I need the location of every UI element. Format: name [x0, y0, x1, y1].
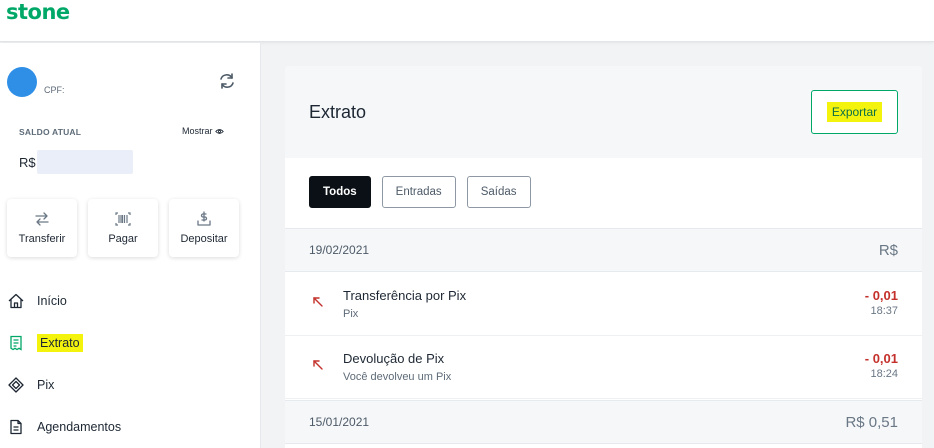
cpf-label: CPF:: [44, 85, 65, 95]
barcode-icon: [115, 212, 131, 226]
deposit-label: Depositar: [180, 233, 228, 245]
transaction-title: Devolução de Pix: [343, 351, 445, 366]
avatar[interactable]: [7, 67, 37, 97]
sidebar: CPF: SALDO ATUAL Mostrar R$ Transferir P…: [0, 43, 261, 448]
statement-card: Extrato Exportar Todos Entradas Saídas 1…: [285, 66, 922, 448]
eye-icon: [214, 128, 224, 134]
group-date: 19/02/2021: [309, 243, 370, 257]
transaction-row[interactable]: Transferência por Pix Pix - 0,01 18:37: [285, 273, 922, 336]
document-icon: [10, 419, 22, 435]
transfer-label: Transferir: [18, 233, 66, 245]
transaction-title: Transferência por Pix: [343, 288, 467, 303]
sidebar-item-inicio[interactable]: Início: [0, 280, 260, 322]
pix-icon: [8, 377, 24, 393]
filter-entradas[interactable]: Entradas: [381, 176, 456, 208]
transaction-amount: - 0,01: [864, 351, 898, 366]
balance-value-hidden: [37, 150, 133, 174]
deposit-icon: [197, 211, 211, 226]
sidebar-item-label: Extrato: [37, 334, 83, 352]
group-total: R$: [878, 241, 898, 259]
group-total: R$ 0,51: [845, 413, 898, 431]
outgoing-arrow-icon: [313, 297, 323, 307]
sidebar-item-label: Agendamentos: [37, 420, 122, 434]
show-balance-toggle[interactable]: Mostrar: [182, 126, 224, 136]
stone-logo[interactable]: stone: [6, 0, 70, 24]
transfer-button[interactable]: Transferir: [7, 199, 77, 257]
pay-label: Pagar: [108, 233, 138, 245]
transaction-time: 18:24: [870, 368, 898, 380]
home-icon: [8, 293, 24, 309]
balance-currency: R$: [19, 155, 36, 170]
sidebar-nav: Início Extrato Pix Agendamentos: [0, 280, 260, 448]
sidebar-item-agendamentos[interactable]: Agendamentos: [0, 406, 260, 448]
pay-button[interactable]: Pagar: [88, 199, 158, 257]
top-bar: stone: [0, 0, 934, 42]
group-date: 15/01/2021: [309, 415, 370, 429]
transaction-subtitle: Pix: [343, 308, 359, 320]
export-button[interactable]: Exportar: [811, 90, 898, 134]
sidebar-item-extrato[interactable]: Extrato: [0, 322, 260, 364]
filter-tabs: Todos Entradas Saídas: [309, 176, 531, 208]
page-title: Extrato: [309, 102, 367, 122]
deposit-button[interactable]: Depositar: [169, 199, 239, 257]
date-group-header: 15/01/2021 R$ 0,51: [285, 400, 922, 444]
filter-todos[interactable]: Todos: [309, 176, 371, 208]
quick-actions: Transferir Pagar Depositar: [7, 199, 239, 257]
transaction-row[interactable]: Devolução de Pix Você devolveu um Pix - …: [285, 336, 922, 399]
filter-saidas[interactable]: Saídas: [466, 176, 531, 208]
transaction-subtitle: Você devolveu um Pix: [343, 371, 452, 383]
sidebar-item-label: Início: [37, 294, 67, 308]
transaction-time: 18:37: [870, 305, 898, 317]
outgoing-arrow-icon: [313, 360, 323, 370]
statement-icon: [10, 335, 22, 351]
sidebar-item-label: Pix: [37, 378, 55, 392]
transaction-amount: - 0,01: [864, 288, 898, 303]
balance-label: SALDO ATUAL: [19, 127, 82, 137]
export-label: Exportar: [826, 102, 883, 122]
statement-header: Extrato Exportar: [285, 66, 922, 158]
sidebar-item-pix[interactable]: Pix: [0, 364, 260, 406]
transfer-icon: [35, 212, 49, 226]
date-group-header: 19/02/2021 R$: [285, 228, 922, 272]
show-balance-label: Mostrar: [182, 126, 213, 136]
switch-account-icon[interactable]: [217, 71, 237, 91]
